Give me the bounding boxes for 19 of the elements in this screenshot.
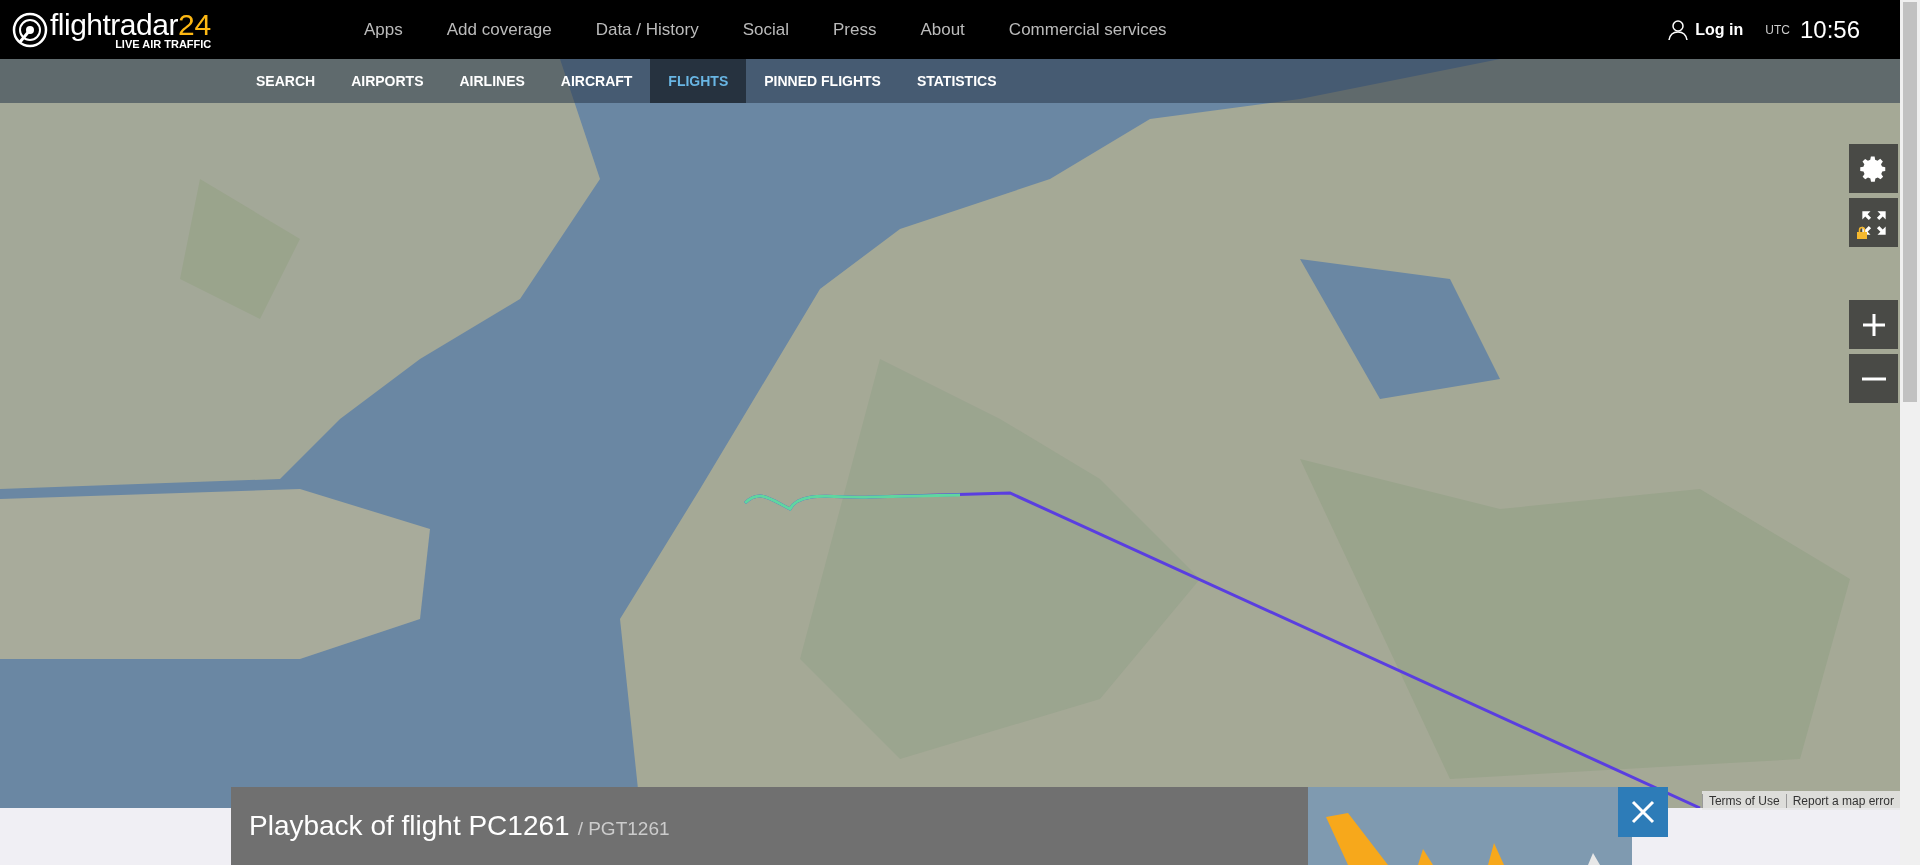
logo-wordmark: flightradar: [50, 7, 178, 41]
callsign-label: / PGT1261: [577, 817, 670, 840]
login-link[interactable]: Log in: [1667, 18, 1744, 41]
scrollbar-thumb[interactable]: [1903, 2, 1917, 402]
clock-time: 10:56: [1799, 15, 1860, 44]
playback-title: Playback of flight PC1261: [249, 810, 570, 842]
nav-link[interactable]: Commercial services: [986, 19, 1189, 40]
nav-link[interactable]: About: [898, 19, 987, 40]
logo-tagline: LIVE AIR TRAFFIC: [115, 38, 212, 50]
nav-link[interactable]: Data / History: [573, 19, 721, 40]
nav-link[interactable]: Social: [720, 19, 811, 40]
timezone-label: UTC: [1765, 22, 1790, 37]
nav-link[interactable]: Add coverage: [424, 19, 574, 40]
nav-link[interactable]: Apps: [342, 19, 425, 40]
logo-number: 24: [177, 7, 212, 41]
user-icon: [1667, 18, 1690, 41]
scrollbar[interactable]: [1900, 0, 1920, 865]
radar-logo-icon: [12, 11, 48, 48]
nav-link[interactable]: Press: [810, 19, 899, 40]
